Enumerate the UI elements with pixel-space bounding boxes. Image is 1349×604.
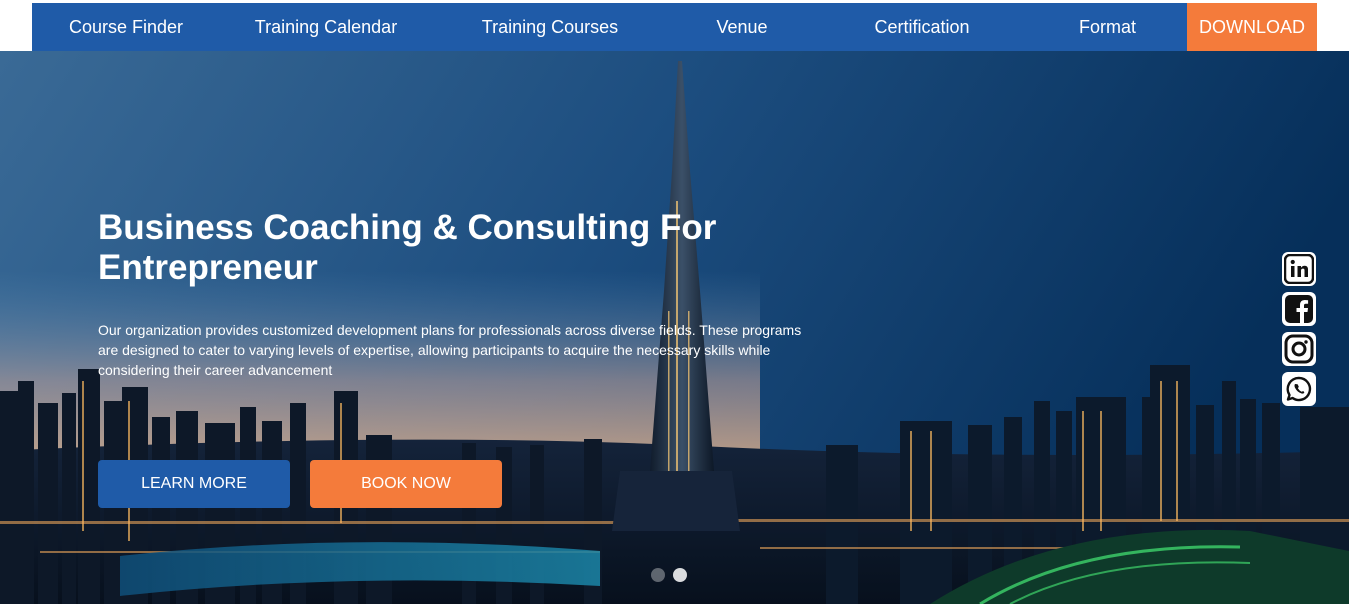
social-links [1282,252,1316,406]
nav-course-finder[interactable]: Course Finder [32,3,220,51]
hero-banner: Business Coaching & Consulting For Entre… [0,51,1349,604]
facebook-icon[interactable] [1282,292,1316,326]
hero-title: Business Coaching & Consulting For Entre… [98,208,717,287]
learn-more-button[interactable]: LEARN MORE [98,460,290,508]
main-nav: Course Finder Training Calendar Training… [32,3,1317,51]
book-now-button[interactable]: BOOK NOW [310,460,502,508]
slider-dot-active[interactable] [673,568,687,582]
nav-training-courses[interactable]: Training Courses [432,3,668,51]
download-button[interactable]: DOWNLOAD [1187,3,1317,51]
hero-description: Our organization provides customized dev… [98,322,802,378]
nav-format[interactable]: Format [1028,3,1187,51]
slider-dot[interactable] [651,568,665,582]
nav-certification[interactable]: Certification [816,3,1028,51]
whatsapp-icon[interactable] [1282,372,1316,406]
linkedin-icon[interactable] [1282,252,1316,286]
instagram-icon[interactable] [1282,332,1316,366]
nav-venue[interactable]: Venue [668,3,816,51]
nav-training-calendar[interactable]: Training Calendar [220,3,432,51]
slider-dots [651,568,687,582]
